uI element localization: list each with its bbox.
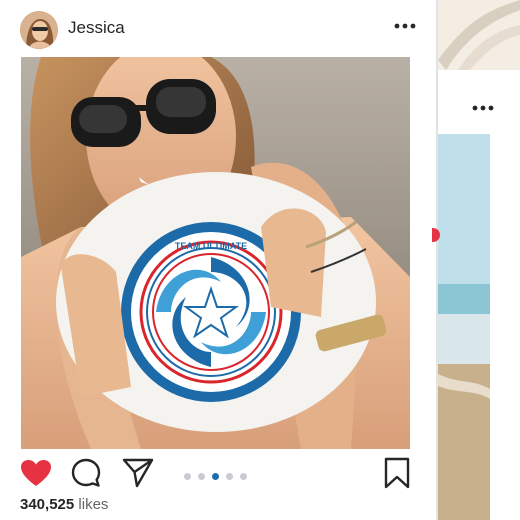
carousel-dot[interactable] xyxy=(226,473,233,480)
next-card-top-image[interactable] xyxy=(438,0,520,70)
next-post-photo[interactable] xyxy=(438,134,490,520)
likes-count[interactable]: 340,525 likes xyxy=(20,496,108,513)
post-photo[interactable]: TEAM ULTIMATE xyxy=(21,57,410,449)
post-username[interactable]: Jessica xyxy=(68,18,125,38)
likes-label: likes xyxy=(78,496,109,513)
next-post-more-icon[interactable] xyxy=(470,98,498,118)
post-card: Jessica TEAM ULTIMATE 340,525 likes xyxy=(0,0,436,520)
comment-bubble-icon[interactable] xyxy=(71,458,101,493)
carousel-dot[interactable] xyxy=(240,473,247,480)
heart-icon[interactable] xyxy=(20,459,52,492)
likes-number: 340,525 xyxy=(20,496,75,513)
carousel-dot-active[interactable] xyxy=(212,473,219,480)
carousel-dot[interactable] xyxy=(198,473,205,480)
bookmark-icon[interactable] xyxy=(384,457,410,494)
avatar-image xyxy=(20,11,58,49)
disc-top-text: TEAM ULTIMATE xyxy=(175,241,247,251)
avatar[interactable] xyxy=(20,11,58,49)
carousel-dot[interactable] xyxy=(184,473,191,480)
more-options-icon[interactable] xyxy=(392,14,420,38)
send-paper-plane-icon[interactable] xyxy=(122,458,154,493)
post-action-bar xyxy=(0,450,436,496)
post-header: Jessica xyxy=(0,0,436,56)
